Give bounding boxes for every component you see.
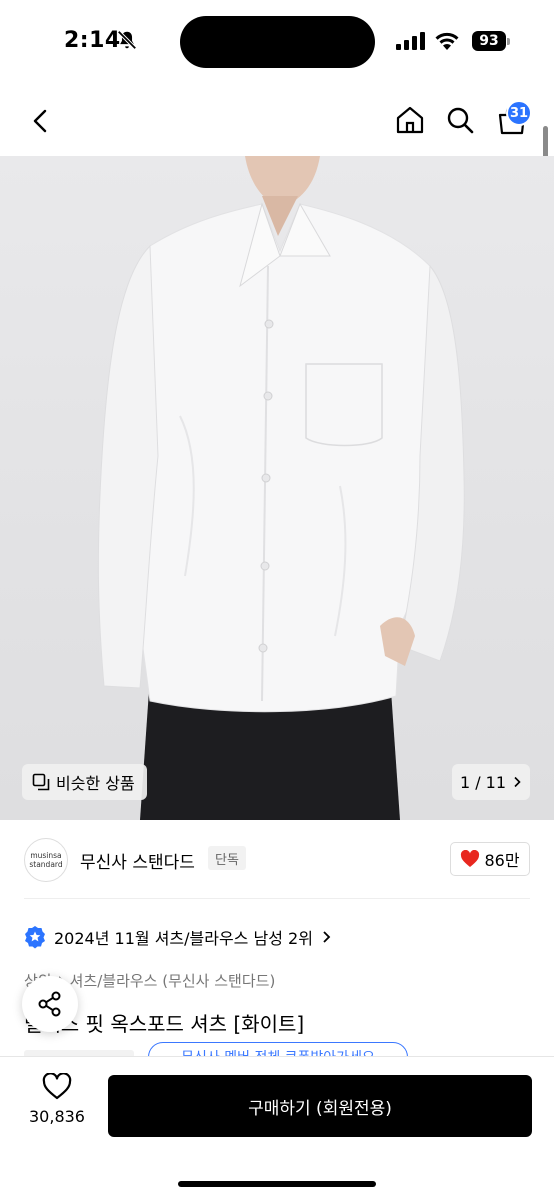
product-photo bbox=[97, 156, 465, 820]
brand-logo-line1: musinsa bbox=[30, 851, 62, 860]
nav-header bbox=[0, 84, 554, 156]
wifi-icon bbox=[435, 32, 459, 50]
buy-button-label: 구매하기 (회원전용) bbox=[248, 1098, 392, 1119]
similar-products-button[interactable]: 비슷한 상품 bbox=[22, 764, 147, 800]
brand-like-button[interactable]: 86만 bbox=[450, 842, 530, 876]
brand-row: musinsa standard 무신사 스탠다드 단독 86만 bbox=[0, 834, 554, 890]
battery-nub bbox=[507, 38, 510, 45]
image-page-indicator[interactable]: 1 / 11 bbox=[452, 764, 530, 800]
status-bar: 2:14 93 bbox=[0, 0, 554, 84]
heart-outline-icon bbox=[42, 1073, 72, 1100]
bottom-action-bar: 30,836 구매하기 (회원전용) bbox=[0, 1056, 554, 1200]
wishlist-button[interactable]: 30,836 bbox=[22, 1073, 92, 1137]
similar-products-icon bbox=[32, 773, 50, 791]
brand-name[interactable]: 무신사 스탠다드 bbox=[80, 848, 195, 873]
divider bbox=[24, 898, 530, 899]
status-time: 2:14 bbox=[64, 28, 121, 53]
dynamic-island bbox=[180, 16, 375, 68]
brand-logo[interactable]: musinsa standard bbox=[24, 838, 68, 882]
share-button[interactable] bbox=[22, 976, 78, 1032]
home-icon[interactable] bbox=[394, 104, 426, 136]
bell-muted-icon bbox=[117, 30, 137, 50]
back-icon[interactable] bbox=[26, 106, 56, 136]
ranking-row[interactable]: 2024년 11월 셔츠/블라우스 남성 2위 bbox=[24, 922, 331, 952]
heart-filled-icon bbox=[461, 850, 480, 867]
ranking-badge-icon bbox=[25, 926, 45, 949]
product-image[interactable]: 비슷한 상품 1 / 11 bbox=[0, 156, 554, 820]
cellular-signal-icon bbox=[396, 32, 425, 50]
chevron-right-icon bbox=[514, 776, 521, 788]
battery-indicator: 93 bbox=[472, 31, 506, 51]
exclusive-tag: 단독 bbox=[208, 846, 246, 870]
wishlist-count: 30,836 bbox=[29, 1107, 85, 1126]
home-indicator[interactable] bbox=[178, 1181, 376, 1187]
buy-button[interactable]: 구매하기 (회원전용) bbox=[108, 1075, 532, 1137]
cart-count-badge: 31 bbox=[506, 100, 532, 126]
chevron-right-icon bbox=[323, 931, 331, 943]
brand-like-count: 86만 bbox=[484, 851, 520, 870]
brand-logo-line2: standard bbox=[29, 860, 63, 869]
page-indicator-text: 1 / 11 bbox=[459, 772, 507, 792]
ranking-text: 2024년 11월 셔츠/블라우스 남성 2위 bbox=[54, 929, 313, 948]
breadcrumb-item-subcategory[interactable]: 셔츠/블라우스 (무신사 스탠다드) bbox=[70, 970, 276, 991]
share-icon bbox=[38, 991, 61, 1017]
similar-products-label: 비슷한 상품 bbox=[56, 774, 135, 793]
search-icon[interactable] bbox=[444, 104, 476, 136]
